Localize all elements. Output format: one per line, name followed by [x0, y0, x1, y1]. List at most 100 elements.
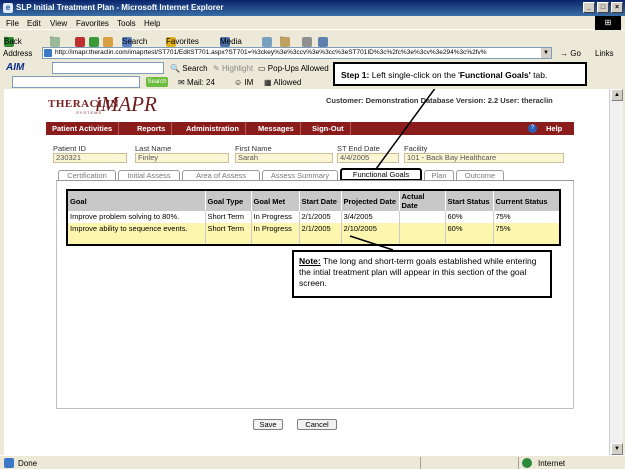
start-status-cell: 60% [445, 211, 494, 223]
mail-count-link[interactable]: ✉ Mail: 24 [178, 78, 215, 87]
facility-field: 101 - Back Bay Healthcare [404, 153, 564, 163]
imapr-logo: iMAPR [95, 92, 157, 116]
col-actual-date: Actual Date [399, 190, 446, 211]
last-name-label: Last Name [135, 144, 172, 153]
go-button[interactable]: → Go [560, 49, 581, 58]
nav-messages[interactable]: Messages [252, 122, 301, 135]
col-goal: Goal [67, 190, 206, 211]
goals-table: Goal Goal Type Goal Met Start Date Proje… [66, 189, 561, 246]
stop-icon [75, 37, 85, 47]
address-input[interactable]: http://imapr.theraclin.com/imaprtest/ST7… [42, 47, 552, 59]
step1-callout: Step 1: Left single-click on the 'Functi… [333, 62, 587, 86]
close-button[interactable]: × [611, 2, 623, 13]
links-button[interactable]: Links [595, 49, 614, 58]
start-status-cell: 60% [445, 223, 494, 245]
address-dropdown-icon[interactable]: ▼ [541, 48, 551, 58]
ie-icon: e [3, 3, 13, 13]
facility-label: Facility [404, 144, 428, 153]
goal-met-cell: In Progress [251, 211, 300, 223]
nav-reports[interactable]: Reports [131, 122, 173, 135]
nav-patient-activities[interactable]: Patient Activities [46, 122, 120, 135]
goal-type-cell: Short Term [205, 223, 252, 245]
status-divider [518, 457, 519, 469]
projected-date-cell: 3/4/2005 [341, 211, 400, 223]
actual-date-cell [399, 211, 446, 223]
table-header-row: Goal Goal Type Goal Met Start Date Proje… [67, 190, 561, 211]
window-title: SLP Initial Treatment Plan - Microsoft I… [16, 3, 224, 12]
aim-logo[interactable]: AIM [6, 62, 24, 73]
popups-allowed-button[interactable]: ▭ Pop-Ups Allowed [258, 64, 329, 73]
minimize-button[interactable]: _ [583, 2, 595, 13]
status-bar: Done Internet [0, 455, 625, 469]
current-status-cell: 75% [493, 211, 561, 223]
forward-arrow-icon [50, 37, 60, 47]
col-goal-type: Goal Type [205, 190, 252, 211]
print-icon [302, 37, 312, 47]
projected-date-cell: 2/10/2005 [341, 223, 400, 245]
nav-sign-out[interactable]: Sign-Out [306, 122, 351, 135]
customer-info: Customer: Demonstration Database Version… [326, 96, 553, 105]
toolbar-search-input[interactable] [12, 76, 140, 88]
status-divider [420, 457, 421, 469]
aim-search-button[interactable]: 🔍 Search [170, 64, 208, 73]
col-goal-met: Goal Met [251, 190, 300, 211]
menu-help[interactable]: Help [144, 19, 160, 28]
scroll-up-icon[interactable]: ▲ [611, 89, 623, 101]
page-favicon-icon [44, 49, 52, 57]
vertical-scrollbar[interactable]: ▲ ▼ [609, 89, 623, 455]
home-icon [103, 37, 113, 47]
menu-file[interactable]: File [6, 19, 19, 28]
status-text: Done [18, 459, 38, 468]
mail-icon [280, 37, 290, 47]
cancel-button[interactable]: Cancel [297, 419, 337, 430]
last-name-field: Finley [135, 153, 229, 163]
st-end-date-field: 4/4/2005 [337, 153, 399, 163]
current-status-cell: 75% [493, 223, 561, 245]
address-label: Address [3, 49, 33, 58]
col-current-status: Current Status [493, 190, 561, 211]
menu-edit[interactable]: Edit [27, 19, 41, 28]
windows-logo-icon: ⊞ [595, 16, 621, 30]
goal-cell: Improve ability to sequence events. [67, 223, 206, 245]
edit-icon [318, 37, 328, 47]
patient-id-label: Patient ID [53, 144, 86, 153]
patient-id-field: 230321 [53, 153, 127, 163]
help-icon[interactable]: ? [528, 124, 537, 133]
web-page: THERACLIN SYSTEMS iMAPR Customer: Demons… [4, 89, 609, 455]
internet-zone-icon [522, 458, 532, 468]
first-name-field: Sarah [235, 153, 333, 163]
scroll-down-icon[interactable]: ▼ [611, 443, 623, 455]
app-nav-bar: Patient Activities Reports Administratio… [46, 122, 574, 135]
table-row[interactable]: Improve problem solving to 80%. Short Te… [67, 211, 561, 223]
start-date-cell: 2/1/2005 [299, 223, 342, 245]
goal-met-cell: In Progress [251, 223, 300, 245]
help-link[interactable]: Help [546, 122, 562, 135]
forward-button[interactable]: ▾ [50, 34, 60, 47]
security-zone: Internet [538, 459, 566, 468]
note-callout: Note: The long and short-term goals esta… [292, 250, 552, 298]
table-row[interactable]: Improve ability to sequence events. Shor… [67, 223, 561, 245]
window-titlebar: e SLP Initial Treatment Plan - Microsoft… [0, 0, 625, 16]
allowed-link[interactable]: ▦ Allowed [264, 78, 301, 87]
back-button[interactable]: Back ▾ [4, 34, 22, 47]
save-button[interactable]: Save [253, 419, 283, 430]
address-bar: Address http://imapr.theraclin.com/imapr… [0, 47, 625, 60]
menu-tools[interactable]: Tools [117, 19, 136, 28]
nav-administration[interactable]: Administration [180, 122, 246, 135]
history-icon [262, 37, 272, 47]
menu-favorites[interactable]: Favorites [76, 19, 109, 28]
mail-button[interactable]: ▾ [280, 34, 290, 47]
first-name-label: First Name [235, 144, 272, 153]
browser-toolbar: Back ▾ ▾ Search Favorites Media ▾ [0, 31, 625, 47]
menu-view[interactable]: View [50, 19, 67, 28]
im-link[interactable]: ☺ IM [234, 78, 253, 87]
maximize-button[interactable]: □ [597, 2, 609, 13]
col-start-date: Start Date [299, 190, 342, 211]
refresh-icon [89, 37, 99, 47]
highlight-button[interactable]: ✎ Highlight [213, 64, 253, 73]
col-projected-date: Projected Date [341, 190, 400, 211]
st-end-date-label: ST End Date [337, 144, 380, 153]
actual-date-cell [399, 223, 446, 245]
aim-search-input[interactable] [52, 62, 164, 74]
toolbar-search-button[interactable]: Search [146, 77, 168, 87]
